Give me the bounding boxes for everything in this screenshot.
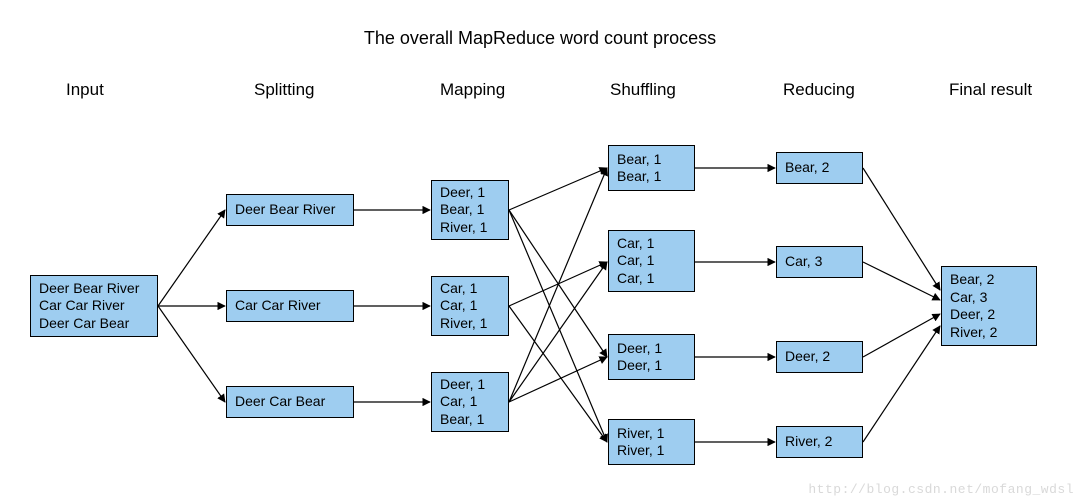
shuffle-box-river: River, 1 River, 1 — [608, 419, 695, 465]
diagram-stage: { "title": "The overall MapReduce word c… — [0, 0, 1080, 501]
shuffle-box-deer: Deer, 1 Deer, 1 — [608, 334, 695, 380]
final-box: Bear, 2 Car, 3 Deer, 2 River, 2 — [941, 266, 1037, 346]
reduce-box-car: Car, 3 — [776, 246, 863, 278]
map-box-0: Deer, 1 Bear, 1 River, 1 — [431, 180, 509, 240]
reduce-box-deer: Deer, 2 — [776, 341, 863, 373]
shuffle-box-bear: Bear, 1 Bear, 1 — [608, 145, 695, 191]
split-box-0: Deer Bear River — [226, 194, 354, 226]
shuffle-box-car: Car, 1 Car, 1 Car, 1 — [608, 230, 695, 292]
input-box: Deer Bear River Car Car River Deer Car B… — [30, 275, 158, 337]
reduce-box-river: River, 2 — [776, 426, 863, 458]
split-box-2: Deer Car Bear — [226, 386, 354, 418]
split-box-1: Car Car River — [226, 290, 354, 322]
map-box-1: Car, 1 Car, 1 River, 1 — [431, 276, 509, 336]
arrows-layer — [0, 0, 1080, 501]
reduce-box-bear: Bear, 2 — [776, 152, 863, 184]
map-box-2: Deer, 1 Car, 1 Bear, 1 — [431, 372, 509, 432]
watermark-text: http://blog.csdn.net/mofang_wdsl — [808, 482, 1074, 497]
